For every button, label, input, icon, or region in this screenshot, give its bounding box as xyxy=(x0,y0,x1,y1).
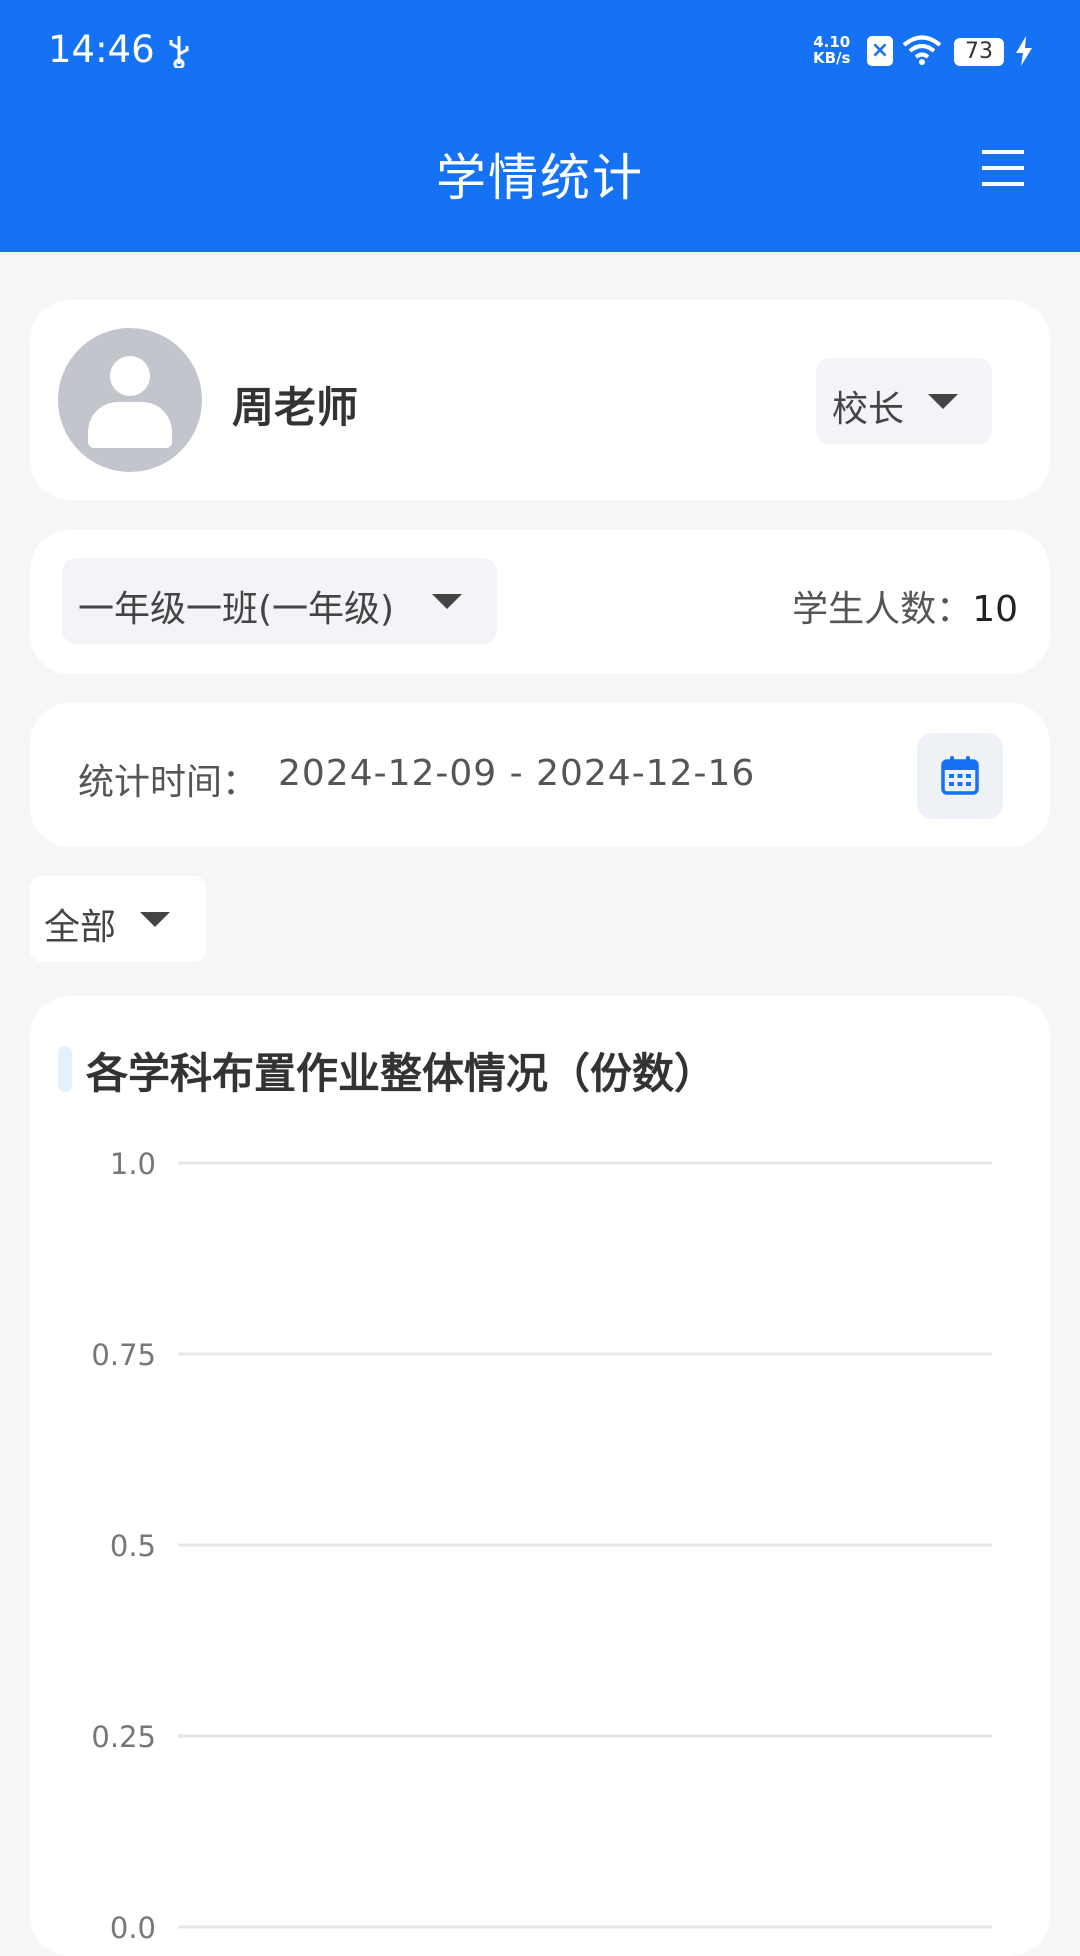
notification-x-icon: × xyxy=(867,36,893,66)
y-tick-label: 0.75 xyxy=(91,1338,156,1372)
time-range-label: 统计时间： xyxy=(78,762,259,803)
usb-icon xyxy=(169,36,189,68)
calendar-button[interactable] xyxy=(917,733,1003,819)
class-dropdown[interactable]: 一年级一班(一年级) xyxy=(62,558,497,644)
y-tick-label: 0.5 xyxy=(110,1529,156,1563)
charging-icon xyxy=(1016,36,1032,66)
menu-icon xyxy=(982,150,1024,154)
class-card: 一年级一班(一年级) 学生人数：10 xyxy=(30,530,1050,674)
chevron-down-icon xyxy=(140,912,170,927)
status-time: 14:46 xyxy=(48,28,155,71)
y-tick-label: 0.25 xyxy=(91,1720,156,1754)
chevron-down-icon xyxy=(928,394,958,409)
chart-card: 各学科布置作业整体情况（份数） 1.0 0.75 0.5 0.25 0.0 xyxy=(30,996,1050,1956)
role-dropdown[interactable]: 校长 xyxy=(816,358,992,444)
app-bar: 学情统计 xyxy=(0,100,1080,252)
page-title: 学情统计 xyxy=(436,149,644,207)
subject-filter-label: 全部 xyxy=(44,907,117,948)
user-name: 周老师 xyxy=(232,383,359,432)
subject-filter-dropdown[interactable]: 全部 xyxy=(30,876,206,962)
calendar-icon xyxy=(941,756,979,795)
student-count-value: 10 xyxy=(972,589,1018,630)
role-label: 校长 xyxy=(832,389,905,430)
avatar xyxy=(58,328,202,472)
y-tick-label: 1.0 xyxy=(110,1147,156,1181)
chevron-down-icon xyxy=(432,594,462,609)
battery-icon: 73 xyxy=(954,38,1004,66)
user-card: 周老师 校长 xyxy=(30,300,1050,500)
time-range-value[interactable]: 2024-12-09 - 2024-12-16 xyxy=(278,753,755,794)
class-label: 一年级一班(一年级) xyxy=(78,589,395,630)
y-tick-label: 0.0 xyxy=(110,1911,156,1945)
menu-button[interactable] xyxy=(976,144,1030,198)
student-count: 学生人数：10 xyxy=(792,589,1018,630)
wifi-icon xyxy=(902,35,942,65)
chart: 1.0 0.75 0.5 0.25 0.0 xyxy=(91,1147,992,1945)
time-range-card: 统计时间： 2024-12-09 - 2024-12-16 xyxy=(30,703,1050,847)
status-bar: 14:46 4.10 KB/s × 73 xyxy=(0,0,1080,100)
network-speed: 4.10 KB/s xyxy=(813,33,851,67)
avatar-person-icon xyxy=(110,356,150,396)
